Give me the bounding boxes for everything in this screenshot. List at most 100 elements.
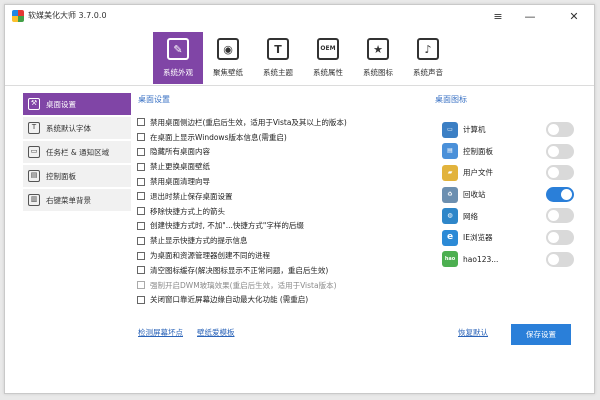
shirt-icon: T [267, 38, 289, 60]
ie-icon: e [442, 229, 458, 246]
icon-row-hao123: hao hao123... [442, 249, 574, 271]
checkbox[interactable] [137, 266, 145, 275]
tab-sound[interactable]: ♪ 系统声音 [403, 32, 453, 84]
desktop-icons-list: ▭ 计算机 ▤ 控制面板 ▰ 用户文件 ♻ 回收站 ◍ 网络 e IE浏览器 h… [442, 119, 574, 270]
check-dead-pixels-link[interactable]: 检测屏幕坏点 [138, 327, 183, 338]
option-force-dwm-glass: 强制开启DWM玻璃效果(重启后生效，适用于Vista版本) [137, 278, 417, 293]
tab-label: 系统主题 [263, 68, 293, 77]
checkbox [137, 281, 145, 290]
option-label: 隐藏所有桌面内容 [150, 147, 210, 157]
toggle-user-folder[interactable] [546, 165, 574, 181]
oem-icon: OEM [317, 38, 339, 60]
sidebar-item-label: 右键菜单背景 [46, 195, 91, 205]
option-disable-sidebar[interactable]: 禁用桌面侧边栏(重启后生效，适用于Vista及其以上的版本) [137, 115, 417, 130]
hamburger-icon[interactable]: ≡ [485, 7, 511, 25]
sidebar-item-context-menu[interactable]: ▥ 右键菜单背景 [23, 189, 131, 211]
option-label: 禁用桌面清理向导 [150, 177, 210, 187]
option-label: 创建快捷方式时, 不加"...快捷方式"字样的后缀 [150, 221, 304, 231]
user-folder-icon: ▰ [442, 164, 458, 181]
desktop-icons-title: 桌面图标 [435, 95, 467, 104]
checkbox[interactable] [137, 147, 145, 156]
checkbox[interactable] [137, 221, 145, 230]
context-menu-icon: ▥ [28, 194, 40, 206]
option-no-shortcut-suffix[interactable]: 创建快捷方式时, 不加"...快捷方式"字样的后缀 [137, 219, 417, 234]
checkbox[interactable] [137, 133, 145, 142]
toggle-ie[interactable] [546, 229, 574, 245]
toggle-recycle-bin[interactable] [546, 186, 574, 202]
speaker-icon: ♪ [417, 38, 439, 60]
tab-label: 聚焦壁纸 [213, 68, 243, 77]
tab-label: 系统属性 [313, 68, 343, 77]
option-label: 清空图标缓存(解决图标显示不正常问题，重启后生效) [150, 265, 329, 275]
option-no-save-on-exit[interactable]: 退出时禁止保存桌面设置 [137, 189, 417, 204]
option-label: 在桌面上显示Windows版本信息(需重启) [150, 132, 287, 142]
checkbox[interactable] [137, 236, 145, 245]
option-label: 强制开启DWM玻璃效果(重启后生效，适用于Vista版本) [150, 280, 337, 290]
tab-theme[interactable]: T 系统主题 [253, 32, 303, 84]
checkbox[interactable] [137, 177, 145, 186]
minimize-icon[interactable]: — [517, 7, 543, 25]
toggle-hao123[interactable] [546, 251, 574, 267]
option-label: 禁止显示快捷方式的提示信息 [150, 236, 248, 246]
option-no-shortcut-tooltip[interactable]: 禁止显示快捷方式的提示信息 [137, 233, 417, 248]
app-logo-icon [12, 10, 24, 22]
icon-label: 计算机 [463, 125, 486, 135]
icon-label: 用户文件 [463, 168, 493, 178]
checkbox[interactable] [137, 251, 145, 260]
sidebar-item-taskbar[interactable]: ▭ 任务栏 & 通知区域 [23, 141, 131, 163]
checkbox[interactable] [137, 295, 145, 304]
sidebar-item-label: 系统默认字体 [46, 123, 91, 133]
tab-label: 系统声音 [413, 68, 443, 77]
icon-label: IE浏览器 [463, 233, 493, 243]
icon-label: 回收站 [463, 190, 486, 200]
option-label: 关闭窗口靠近屏幕边缘自动最大化功能 (需重启) [150, 295, 309, 305]
sidebar-item-control-panel[interactable]: ▤ 控制面板 [23, 165, 131, 187]
option-disable-aero-snap[interactable]: 关闭窗口靠近屏幕边缘自动最大化功能 (需重启) [137, 293, 417, 308]
sidebar-item-desktop-settings[interactable]: ⚒ 桌面设置 [23, 93, 131, 115]
toggle-network[interactable] [546, 208, 574, 224]
option-clear-icon-cache[interactable]: 清空图标缓存(解决图标显示不正常问题，重启后生效) [137, 263, 417, 278]
tab-label: 系统外观 [163, 68, 193, 77]
computer-icon: ▭ [442, 121, 458, 138]
star-icon: ★ [367, 38, 389, 60]
toggle-control-panel[interactable] [546, 143, 574, 159]
tab-icons[interactable]: ★ 系统图标 [353, 32, 403, 84]
taskbar-icon: ▭ [28, 146, 40, 158]
recycle-bin-icon: ♻ [442, 186, 458, 203]
window-title: 软媒美化大师 3.7.0.0 [28, 11, 107, 20]
font-icon: T [28, 122, 40, 134]
wallpaper-template-link[interactable]: 壁纸爱模板 [197, 327, 235, 338]
close-icon[interactable]: ✕ [561, 7, 587, 25]
target-icon: ◉ [217, 38, 239, 60]
option-lock-wallpaper[interactable]: 禁止更换桌面壁纸 [137, 159, 417, 174]
option-label: 禁用桌面侧边栏(重启后生效，适用于Vista及其以上的版本) [150, 117, 347, 127]
option-hide-desktop[interactable]: 隐藏所有桌面内容 [137, 145, 417, 160]
icon-label: hao123... [463, 254, 499, 264]
desktop-settings-options: 禁用桌面侧边栏(重启后生效，适用于Vista及其以上的版本) 在桌面上显示Win… [137, 115, 417, 307]
tab-wallpaper[interactable]: ◉ 聚焦壁纸 [203, 32, 253, 84]
sidebar-item-label: 任务栏 & 通知区域 [46, 147, 110, 157]
checkbox[interactable] [137, 207, 145, 216]
tab-properties[interactable]: OEM 系统属性 [303, 32, 353, 84]
control-panel-icon: ▤ [442, 143, 458, 160]
restore-default-link[interactable]: 恢复默认 [458, 327, 488, 338]
option-label: 禁止更换桌面壁纸 [150, 162, 210, 172]
checkbox[interactable] [137, 192, 145, 201]
checkbox[interactable] [137, 118, 145, 127]
sidebar-item-default-font[interactable]: T 系统默认字体 [23, 117, 131, 139]
checkbox[interactable] [137, 162, 145, 171]
app-window: 软媒美化大师 3.7.0.0 ≡ — ✕ ✎ 系统外观 ◉ 聚焦壁纸 T 系统主… [4, 4, 595, 394]
option-separate-process[interactable]: 为桌面和资源管理器创建不同的进程 [137, 248, 417, 263]
save-button[interactable]: 保存设置 [511, 324, 571, 345]
title-bar: 软媒美化大师 3.7.0.0 ≡ — ✕ [5, 5, 594, 27]
sidebar-item-label: 控制面板 [46, 171, 76, 181]
option-label: 为桌面和资源管理器创建不同的进程 [150, 251, 270, 261]
icon-row-computer: ▭ 计算机 [442, 119, 574, 141]
option-disable-cleanup[interactable]: 禁用桌面清理向导 [137, 174, 417, 189]
icon-row-user-folder: ▰ 用户文件 [442, 162, 574, 184]
option-remove-shortcut-arrow[interactable]: 移除快捷方式上的箭头 [137, 204, 417, 219]
toggle-computer[interactable] [546, 122, 574, 137]
hao123-icon: hao [442, 251, 458, 268]
option-show-windows-version[interactable]: 在桌面上显示Windows版本信息(需重启) [137, 130, 417, 145]
tab-appearance[interactable]: ✎ 系统外观 [153, 32, 203, 84]
